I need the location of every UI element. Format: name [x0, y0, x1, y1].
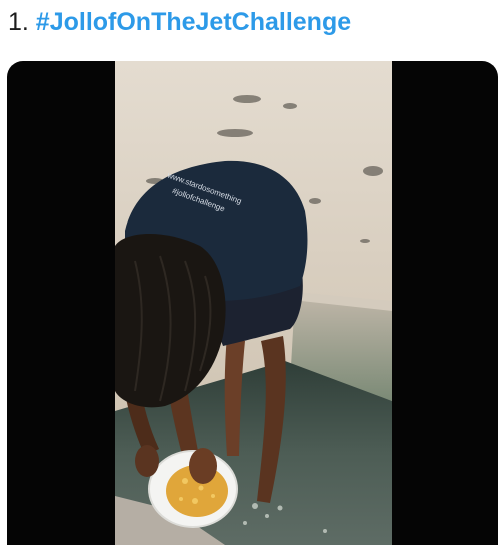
post-heading: 1. #JollofOnTheJetChallenge: [8, 6, 351, 38]
list-number: 1.: [8, 8, 36, 36]
person-left-hand: [189, 448, 217, 484]
hashtag-link[interactable]: #JollofOnTheJetChallenge: [36, 8, 351, 36]
video-player[interactable]: www.stardosomething #jollofchallenge: [7, 61, 498, 545]
video-frame: www.stardosomething #jollofchallenge: [115, 61, 392, 545]
video-scene: www.stardosomething #jollofchallenge: [115, 61, 392, 545]
person-right-hand: [135, 445, 159, 477]
